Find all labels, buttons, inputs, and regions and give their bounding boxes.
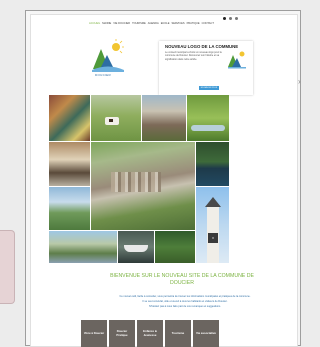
photo-meadow-stream[interactable] [187,95,229,141]
website-page: ACCUEIL MAIRIE VIE DOUCIER TOURISME AGEN… [30,14,301,347]
chevron-right-icon[interactable]: › [298,78,301,86]
quick-links-bar: Vivre à Doucier Doucier Pratique Enfance… [81,320,219,347]
nav-item-vie-doucier[interactable]: VIE DOUCIER [113,22,130,25]
photo-covered-market[interactable] [49,142,90,186]
commune-logo-icon[interactable] [91,39,125,73]
nav-item-contact[interactable]: CONTACT [202,22,214,25]
logo-caption: DOUCIER [95,73,111,77]
photo-boat-dock[interactable] [118,231,154,263]
slider-dot[interactable] [223,17,226,20]
photo-cows-field[interactable] [91,95,141,141]
nav-item-mairie[interactable]: MAIRIE [102,22,111,25]
quick-link-vie-associative[interactable]: Vie associative [193,320,219,347]
quick-link-tourisme[interactable]: Tourisme [165,320,191,347]
welcome-title: BIENVENUE SUR LE NOUVEAU SITE DE LA COMM… [87,273,277,287]
slider-dot[interactable] [235,17,238,20]
side-feedback-tab[interactable] [0,230,15,304]
welcome-text: Ce nouvel outil, facile à consulter, vou… [103,295,267,310]
nav-item-agenda[interactable]: AGENDA [148,22,159,25]
news-text: Le conseil municipal a choisi un nouveau… [165,51,222,61]
photo-church-tower[interactable]: ✶ [196,187,229,263]
nav-item-pratique[interactable]: PRATIQUE [187,22,200,25]
photo-village-aerial[interactable] [91,142,195,230]
news-slide-card[interactable]: NOUVEAU LOGO DE LA COMMUNE Le conseil mu… [159,41,253,95]
slider-dot[interactable] [229,17,232,20]
photo-river-bridge[interactable] [49,231,117,263]
quick-link-vivre-a-doucier[interactable]: Vivre à Doucier [81,320,107,347]
photo-village-street[interactable] [142,95,186,141]
photo-lake-forest[interactable] [196,142,229,186]
quick-link-doucier-pratique[interactable]: Doucier Pratique [109,320,135,347]
welcome-paragraph: N'hésitez pas à nous faire part de vos r… [149,305,221,309]
nav-item-services[interactable]: SERVICES [171,22,184,25]
nav-item-accueil[interactable]: ACCUEIL [89,22,100,25]
slider-dots[interactable] [223,17,238,20]
welcome-paragraph: Il se veut convivial, utile et ouvert à … [142,300,228,304]
nav-item-tourisme[interactable]: TOURISME [132,22,146,25]
photo-valley-view[interactable] [49,187,90,230]
read-more-button[interactable]: EN SAVOIR PLUS [199,86,219,90]
photo-forest-house[interactable] [155,231,195,263]
nav-item-ecole[interactable]: ECOLE [161,22,170,25]
logo-thumbnail-icon [228,51,246,69]
welcome-paragraph: Ce nouvel outil, facile à consulter, vou… [119,295,251,298]
main-navigation: ACCUEIL MAIRIE VIE DOUCIER TOURISME AGEN… [89,22,214,25]
photo-mural[interactable] [49,95,90,141]
quick-link-enfance-jeunesse[interactable]: Enfance & Jeunesse [137,320,163,347]
welcome-title-line1: BIENVENUE SUR LE NOUVEAU SITE DE LA COMM… [110,273,254,279]
header-banner: DOUCIER ‹ NOUVEAU LOGO DE LA COMMUNE Le … [87,29,301,103]
welcome-title-line2: DOUCIER [170,280,194,286]
